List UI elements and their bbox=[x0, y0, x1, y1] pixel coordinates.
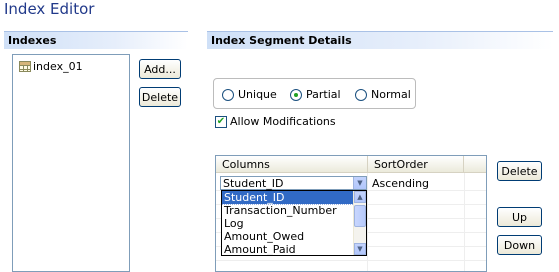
dropdown-option[interactable]: Log bbox=[222, 217, 366, 230]
index-item-label: index_01 bbox=[33, 60, 83, 73]
editor-title: Index Editor bbox=[4, 0, 95, 18]
columns-column-header[interactable]: Columns bbox=[216, 156, 368, 172]
chevron-down-icon[interactable]: ▼ bbox=[353, 177, 366, 189]
dropdown-option[interactable]: Amount_Paid bbox=[222, 243, 366, 255]
dropdown-scrollbar[interactable]: ▲ ▼ bbox=[353, 191, 366, 255]
normal-radio-label: Normal bbox=[371, 88, 411, 101]
allow-modifications-checkbox[interactable]: ✔ Allow Modifications bbox=[215, 115, 336, 128]
partial-radio[interactable]: Partial bbox=[290, 88, 341, 101]
normal-radio[interactable]: Normal bbox=[355, 88, 411, 101]
column-combo[interactable]: Student_ID ▼ bbox=[220, 176, 367, 190]
unique-radio[interactable]: Unique bbox=[222, 88, 277, 101]
column-dropdown-list[interactable]: Student_ID Transaction_Number Log Amount… bbox=[221, 190, 367, 256]
scroll-thumb[interactable] bbox=[354, 205, 366, 227]
segment-columns-grid[interactable]: Columns SortOrder Student_ID ▼ Ascending… bbox=[215, 155, 487, 272]
sort-order-cell[interactable]: Ascending bbox=[372, 177, 429, 190]
unique-radio-label: Unique bbox=[238, 88, 277, 101]
segment-details-header: Index Segment Details bbox=[207, 31, 553, 49]
allow-modifications-label: Allow Modifications bbox=[230, 115, 336, 128]
check-icon[interactable]: ✔ bbox=[215, 115, 227, 128]
table-icon bbox=[19, 61, 31, 72]
index-list-item[interactable]: index_01 bbox=[19, 60, 83, 73]
indexes-header: Indexes bbox=[4, 31, 188, 49]
dropdown-option[interactable]: Amount_Owed bbox=[222, 230, 366, 243]
delete-index-button[interactable]: Delete bbox=[139, 87, 181, 107]
column-combo-value: Student_ID bbox=[223, 176, 284, 190]
add-index-button[interactable]: Add... bbox=[139, 59, 181, 79]
sortorder-column-header[interactable]: SortOrder bbox=[368, 156, 464, 172]
unique-radio-circle[interactable] bbox=[222, 88, 234, 101]
normal-radio-circle[interactable] bbox=[355, 88, 367, 101]
move-up-button[interactable]: Up bbox=[497, 207, 542, 227]
scroll-up-icon[interactable]: ▲ bbox=[354, 191, 366, 203]
move-down-button[interactable]: Down bbox=[497, 235, 542, 255]
dropdown-option[interactable]: Transaction_Number bbox=[222, 204, 366, 217]
dropdown-option[interactable]: Student_ID bbox=[222, 191, 366, 205]
partial-radio-circle[interactable] bbox=[290, 88, 302, 101]
scroll-down-icon[interactable]: ▼ bbox=[354, 243, 366, 255]
indexes-list[interactable]: index_01 bbox=[12, 54, 130, 272]
partial-radio-label: Partial bbox=[306, 88, 341, 101]
index-type-group: Unique Partial Normal bbox=[213, 78, 416, 109]
delete-segment-button[interactable]: Delete bbox=[497, 161, 542, 181]
